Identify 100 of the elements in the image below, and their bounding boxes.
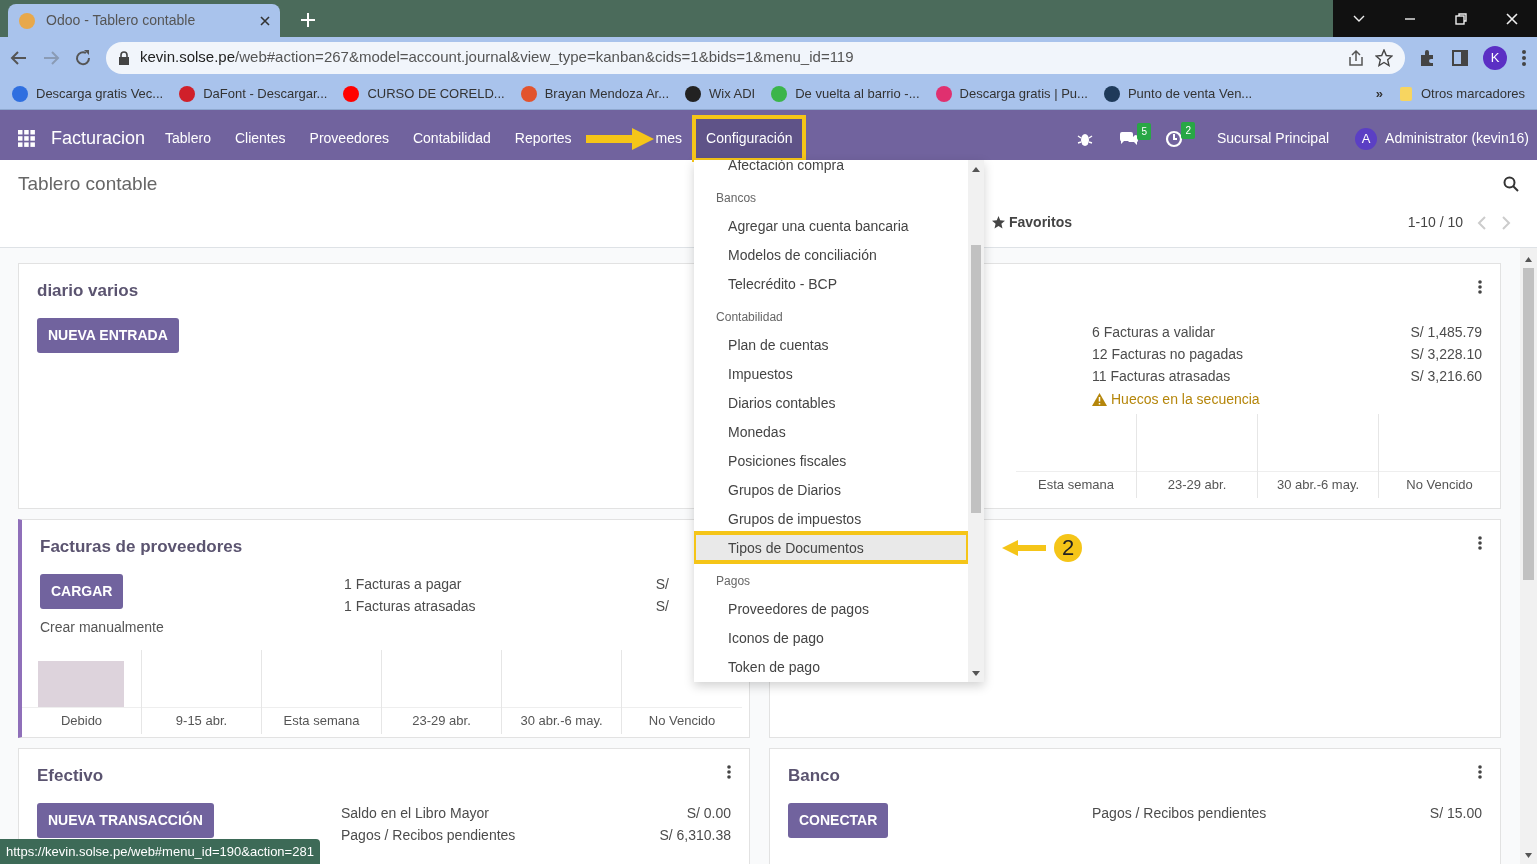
bookmark-link[interactable]: Brayan Mendoza Ar...: [520, 83, 669, 104]
user-menu[interactable]: A Administrator (kevin16): [1355, 127, 1537, 150]
bookmark-link[interactable]: DaFont - Descargar...: [179, 83, 328, 104]
stat-label: 11 Facturas atrasadas: [1092, 367, 1231, 386]
primary-button[interactable]: CARGAR: [40, 574, 124, 609]
favorites-menu[interactable]: Favoritos: [992, 212, 1072, 233]
stat-amount: S/ 6,310.38: [659, 826, 731, 845]
stat-label: Pagos / Recibos pendientes: [341, 826, 516, 845]
pager-value: 1-10 / 10: [1407, 213, 1463, 232]
user-avatar: A: [1355, 127, 1378, 150]
dropdown-item[interactable]: Telecrédito - BCP: [694, 269, 969, 298]
primary-button[interactable]: CONECTAR: [788, 803, 889, 838]
new-tab-icon[interactable]: [300, 12, 316, 28]
clock-icon[interactable]: [1165, 129, 1183, 148]
menu-item[interactable]: Reportes: [502, 117, 584, 160]
more-icon[interactable]: [1521, 48, 1527, 67]
dropdown-item[interactable]: Proveedores de pagos: [694, 594, 969, 623]
share-icon[interactable]: [1347, 48, 1365, 67]
sidebar-icon[interactable]: [1451, 48, 1469, 67]
menu-item[interactable]: Configuración: [694, 117, 805, 160]
profile-avatar[interactable]: K: [1483, 45, 1507, 70]
other-bookmarks-link[interactable]: Otros marcadores: [1398, 83, 1525, 104]
dropdown-item[interactable]: Impuestos: [694, 359, 969, 388]
url-text: kevin.solse.pe/web#action=267&model=account.journal&view_type=kanban&cids=1&bids=1&menu_id=119: [140, 47, 855, 68]
stat-label: Saldo en el Libro Mayor: [341, 804, 489, 823]
count-badge: 5: [1137, 122, 1151, 140]
stat-label: 6 Facturas a validar: [1092, 323, 1215, 342]
chart-label: Esta semana: [1016, 470, 1136, 498]
stat-label: 1 Facturas a pagar: [344, 575, 462, 594]
dropdown-item[interactable]: Posiciones fiscales: [694, 446, 969, 475]
chart-label: Esta semana: [262, 706, 381, 734]
primary-button[interactable]: NUEVA ENTRADA: [37, 318, 179, 353]
stat-amount: S/ 3,216.60: [1410, 367, 1482, 386]
more-bookmarks-button[interactable]: »: [1375, 83, 1383, 104]
apps-grid-icon[interactable]: [18, 130, 35, 147]
primary-button[interactable]: NUEVA TRANSACCIÓN: [37, 803, 214, 838]
menu-item[interactable]: Clientes: [222, 117, 298, 160]
scrollbar-thumb[interactable]: [1523, 268, 1534, 580]
kebab-menu-icon[interactable]: [1478, 765, 1482, 779]
card-title: diario varios: [37, 281, 139, 300]
card-title: Efectivo: [37, 766, 104, 785]
dropdown-item[interactable]: Diarios contables: [694, 388, 969, 417]
star-icon[interactable]: [1375, 48, 1393, 67]
page-title: Tablero contable: [18, 172, 158, 196]
dropdown-item[interactable]: Token de pago: [694, 652, 969, 681]
stat-amount: S/ 15.00: [1429, 804, 1482, 823]
kebab-menu-icon[interactable]: [1478, 280, 1482, 294]
address-bar[interactable]: kevin.solse.pe/web#action=267&model=account.journal&view_type=kanban&cids=1&bids=1&menu_id=119: [106, 41, 1405, 74]
restore-icon[interactable]: [1452, 10, 1469, 27]
dropdown-item[interactable]: Afectación compra: [694, 160, 969, 179]
dropdown-item[interactable]: Iconos de pago: [694, 623, 969, 652]
bookmark-link[interactable]: CURSO DE CORELD...: [343, 83, 505, 104]
bookmark-link[interactable]: Punto de venta Ven...: [1103, 83, 1253, 104]
bookmark-link[interactable]: Descarga gratis Vec...: [12, 83, 164, 104]
dropdown-item[interactable]: Tipos de Documentos: [694, 533, 969, 562]
star-icon: [992, 216, 1005, 229]
stat-label: 12 Facturas no pagadas: [1092, 345, 1243, 364]
chart-label: 30 abr.-6 may.: [1258, 470, 1378, 498]
kebab-menu-icon[interactable]: [727, 765, 731, 779]
bookmark-link[interactable]: Descarga gratis | Pu...: [935, 83, 1088, 104]
dropdown-item[interactable]: Grupos de impuestos: [694, 504, 969, 533]
create-manually-link[interactable]: Crear manualmente: [40, 617, 164, 638]
app-name[interactable]: Facturacion: [51, 125, 146, 152]
chart-label: Debido: [22, 706, 141, 734]
dropdown-item[interactable]: Plan de cuentas: [694, 330, 969, 359]
kebab-menu-icon[interactable]: [1478, 536, 1482, 550]
search-icon[interactable]: [1503, 176, 1519, 193]
stat-amount: S/ 0.00: [686, 804, 731, 823]
scrollbar-thumb[interactable]: [971, 245, 982, 513]
card-title: Banco: [788, 766, 840, 785]
menu-section-header: Contabilidad: [715, 309, 784, 326]
chart-label: 30 abr.-6 may.: [502, 706, 621, 734]
stat-label: 1 Facturas atrasadas: [344, 597, 476, 616]
chat-icon[interactable]: [1119, 130, 1139, 147]
dropdown-item[interactable]: Modelos de conciliación: [694, 240, 969, 269]
dropdown-item[interactable]: Monedas: [694, 417, 969, 446]
browser-tab[interactable]: Odoo - Tablero contable: [8, 4, 280, 37]
chart-label: 23-29 abr.: [382, 706, 501, 734]
menu-item[interactable]: mes: [643, 117, 695, 160]
reload-icon[interactable]: [74, 48, 92, 67]
stat-amount: S/: [655, 597, 669, 616]
menu-item[interactable]: Proveedores: [297, 117, 401, 160]
company-switcher[interactable]: Sucursal Principal: [1217, 128, 1330, 149]
dropdown-item[interactable]: Grupos de Diarios: [694, 475, 969, 504]
menu-section-header: Bancos: [715, 190, 758, 207]
chart-label: 23-29 abr.: [1137, 470, 1257, 498]
stat-amount: S/ 3,228.10: [1410, 345, 1482, 364]
close-icon[interactable]: [1503, 10, 1520, 27]
menu-item[interactable]: Tablero: [153, 117, 223, 160]
bookmark-link[interactable]: De vuelta al barrio -...: [771, 83, 920, 104]
menu-item[interactable]: Contabilidad: [400, 117, 503, 160]
bookmark-link[interactable]: Wix ADI: [685, 83, 756, 104]
back-icon[interactable]: [10, 48, 28, 67]
card-title: Facturas de proveedores: [40, 537, 243, 556]
dropdown-item[interactable]: Agregar una cuenta bancaria: [694, 211, 969, 240]
stat-amount: S/ 1,485.79: [1410, 323, 1482, 342]
stat-amount: S/: [655, 575, 669, 594]
chart-label: 9-15 abr.: [142, 706, 261, 734]
lock-icon: [118, 50, 130, 65]
close-icon[interactable]: [260, 15, 270, 26]
